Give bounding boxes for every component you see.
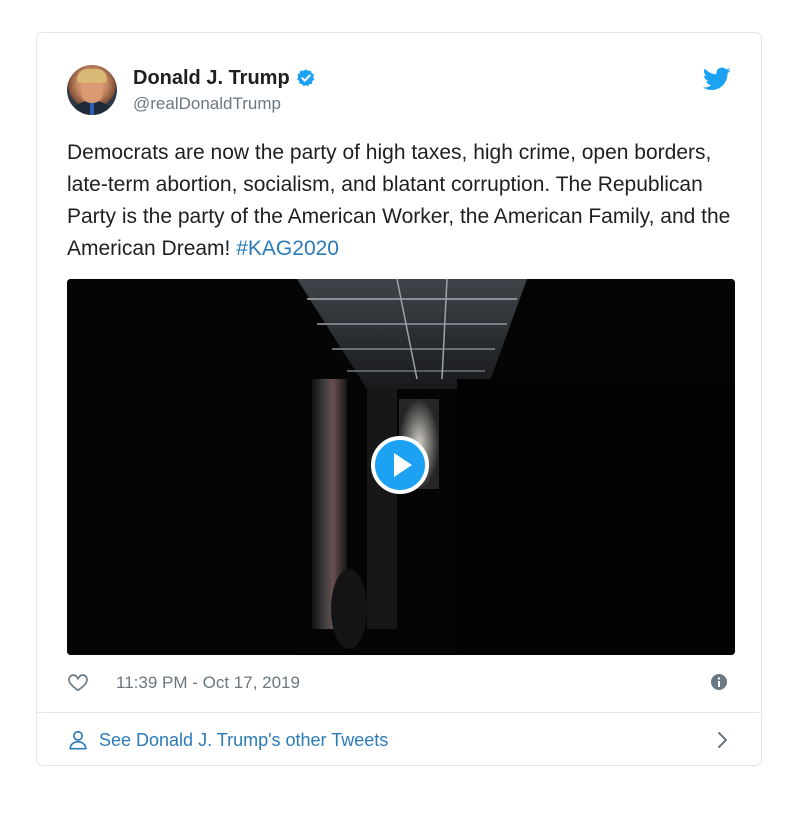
hashtag-link[interactable]: #KAG2020 (236, 237, 339, 260)
video-player[interactable] (67, 279, 735, 655)
avatar[interactable] (67, 65, 117, 115)
tweet-card: Donald J. Trump @realDonaldTrump Democra… (36, 32, 762, 766)
chevron-right-icon[interactable] (713, 730, 731, 750)
person-icon (67, 729, 89, 751)
tweet-footer: 11:39 PM - Oct 17, 2019 (67, 669, 731, 697)
see-more-tweets-link[interactable]: See Donald J. Trump's other Tweets (67, 727, 731, 753)
tweet-body: Democrats are now the party of high taxe… (67, 141, 731, 260)
tweet-timestamp[interactable]: 11:39 PM - Oct 17, 2019 (116, 672, 300, 694)
verified-badge-icon (296, 68, 316, 88)
tweet-text: Democrats are now the party of high taxe… (67, 137, 747, 265)
author-handle[interactable]: @realDonaldTrump (133, 94, 281, 114)
info-icon[interactable] (711, 674, 727, 690)
play-icon[interactable] (371, 436, 429, 494)
author-name-row[interactable]: Donald J. Trump (133, 66, 316, 90)
tweet-header: Donald J. Trump @realDonaldTrump (67, 63, 731, 119)
heart-icon[interactable] (67, 671, 89, 693)
divider (37, 712, 761, 713)
twitter-bird-icon[interactable] (702, 67, 731, 91)
play-button[interactable] (371, 436, 429, 494)
see-more-tweets-label[interactable]: See Donald J. Trump's other Tweets (99, 729, 388, 751)
author-name[interactable]: Donald J. Trump (133, 66, 290, 90)
